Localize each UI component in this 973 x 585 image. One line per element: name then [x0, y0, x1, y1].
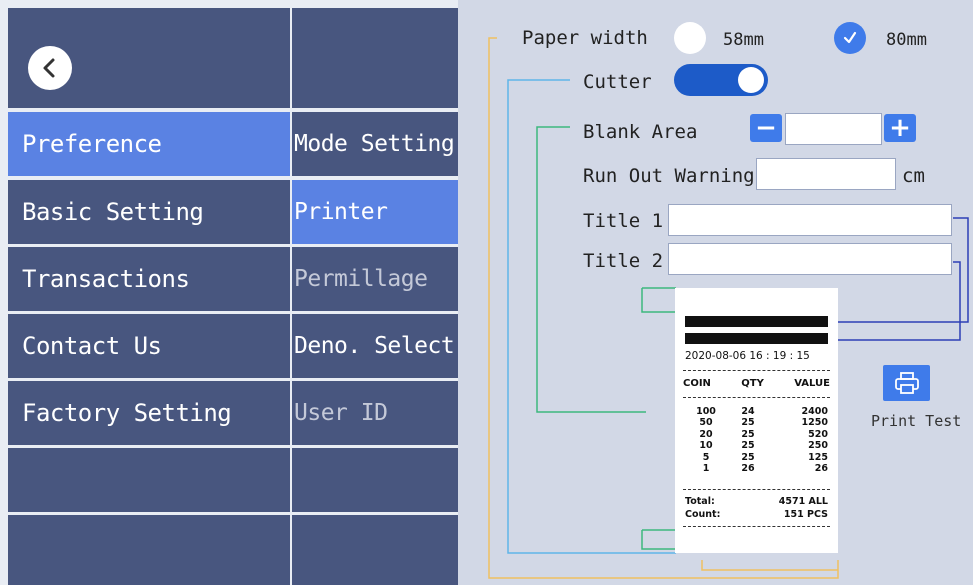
blank-area-label: Blank Area: [583, 121, 698, 143]
cutter-toggle[interactable]: [674, 64, 768, 96]
menu-item-label: Factory Setting: [22, 399, 232, 427]
receipt-col-value: VALUE: [794, 378, 830, 389]
receipt-row: 10 25 250: [685, 440, 828, 451]
title1-label: Title 1: [583, 210, 664, 232]
blank-area-increment-button[interactable]: +: [884, 114, 916, 142]
print-test-label: Print Test: [871, 412, 962, 430]
receipt-divider: [683, 397, 830, 398]
receipt-cell: 100: [696, 406, 716, 417]
receipt-cell: 25: [741, 417, 755, 429]
submenu-item-printer[interactable]: Printer: [292, 180, 458, 244]
submenu-item-permillage[interactable]: Permillage: [292, 247, 458, 311]
receipt-cell: 1: [702, 463, 710, 475]
receipt-divider: [683, 489, 830, 490]
receipt-row: 100 24 2400: [685, 406, 828, 417]
menu-item-preference[interactable]: Preference: [8, 112, 290, 176]
menu-item-empty: [8, 448, 290, 512]
paper-width-label: Paper width: [522, 27, 648, 49]
receipt-cell: 24: [741, 406, 755, 417]
receipt-row: 5 25 125: [685, 452, 828, 463]
submenu-item-deno-select[interactable]: Deno. Select: [292, 314, 458, 378]
receipt-row: 50 25 1250: [685, 417, 828, 428]
receipt-header-row: COIN QTY VALUE: [683, 378, 830, 389]
receipt-count-label: Count:: [685, 509, 721, 520]
menu-item-transactions[interactable]: Transactions: [8, 247, 290, 311]
print-test-button[interactable]: [883, 365, 930, 401]
menu-header: [8, 8, 290, 108]
toggle-knob: [738, 67, 764, 93]
submenu-item-label: Deno. Select: [294, 333, 455, 359]
receipt-rows: 100 24 2400 50 25 1250 20 25 520 10 25 250 5 25 12…: [685, 406, 828, 474]
menu-item-empty: [8, 515, 290, 585]
menu-item-contact-us[interactable]: Contact Us: [8, 314, 290, 378]
plus-icon: +: [889, 113, 911, 143]
back-button[interactable]: [28, 46, 72, 90]
receipt-cell: 25: [741, 440, 755, 452]
receipt-cell: 10: [699, 440, 713, 452]
receipt-title2-bar: [685, 333, 828, 344]
title2-input[interactable]: [668, 243, 952, 275]
receipt-divider: [683, 526, 830, 527]
receipt-col-coin: COIN: [683, 378, 711, 389]
receipt-cell: 125: [808, 451, 828, 463]
receipt-total-label: Total:: [685, 496, 715, 507]
receipt-cell: 520: [808, 428, 828, 440]
submenu-item-mode-setting[interactable]: Mode Setting: [292, 112, 458, 176]
menu-item-basic-setting[interactable]: Basic Setting: [8, 180, 290, 244]
receipt-title1-bar: [685, 316, 828, 327]
submenu-item-label: Printer: [294, 199, 388, 225]
receipt-cell: 50: [699, 417, 713, 429]
run-out-warning-input[interactable]: [756, 158, 896, 190]
menu-item-label: Contact Us: [22, 332, 162, 360]
menu-item-factory-setting[interactable]: Factory Setting: [8, 381, 290, 445]
submenu-item-user-id[interactable]: User ID: [292, 381, 458, 445]
secondary-menu: Mode Setting Printer Permillage Deno. Se…: [290, 0, 458, 585]
receipt-count-row: Count: 151 PCS: [685, 509, 828, 520]
menu-item-label: Basic Setting: [22, 198, 204, 226]
paper-width-80-radio[interactable]: [834, 22, 866, 54]
submenu-item-empty: [292, 515, 458, 585]
run-out-unit-label: cm: [902, 165, 925, 187]
blank-area-input[interactable]: [785, 113, 882, 145]
receipt-row: 1 26 26: [685, 463, 828, 474]
receipt-cell: 25: [741, 428, 755, 440]
receipt-cell: 5: [702, 451, 710, 463]
receipt-cell: 2400: [801, 406, 828, 417]
receipt-cell: 25: [741, 451, 755, 463]
printer-icon: [894, 372, 919, 394]
receipt-cell: 26: [741, 463, 755, 475]
receipt-cell: 250: [808, 440, 828, 452]
submenu-item-label: Mode Setting: [294, 131, 455, 157]
receipt-total-value: 4571 ALL: [778, 496, 828, 507]
submenu-item-label: Permillage: [294, 266, 428, 292]
primary-menu: Preference Basic Setting Transactions Co…: [0, 0, 290, 585]
receipt-divider: [683, 370, 830, 371]
paper-width-58-label: 58mm: [723, 30, 764, 50]
submenu-header: [292, 8, 458, 108]
check-icon: [843, 31, 857, 44]
receipt-datetime: 2020-08-06 16 : 19 : 15: [685, 350, 810, 362]
title1-input[interactable]: [668, 204, 952, 236]
paper-width-80-label: 80mm: [886, 30, 927, 50]
submenu-item-empty: [292, 448, 458, 512]
cutter-label: Cutter: [583, 71, 652, 93]
submenu-item-label: User ID: [294, 400, 388, 426]
receipt-cell: 20: [699, 428, 713, 440]
chevron-left-icon: [43, 58, 55, 78]
blank-area-decrement-button[interactable]: −: [750, 114, 782, 142]
menu-item-label: Transactions: [22, 265, 190, 293]
receipt-col-qty: QTY: [741, 378, 764, 389]
receipt-cell: 26: [814, 463, 828, 475]
receipt-preview: 2020-08-06 16 : 19 : 15 COIN QTY VALUE 1…: [675, 288, 838, 553]
receipt-total-row: Total: 4571 ALL: [685, 496, 828, 507]
receipt-count-value: 151 PCS: [783, 509, 828, 520]
run-out-warning-label: Run Out Warning: [583, 165, 755, 187]
minus-icon: −: [755, 113, 777, 143]
title2-label: Title 2: [583, 250, 664, 272]
receipt-row: 20 25 520: [685, 429, 828, 440]
receipt-cell: 1250: [801, 417, 828, 429]
paper-width-58-radio[interactable]: [674, 22, 706, 54]
menu-item-label: Preference: [22, 130, 162, 158]
